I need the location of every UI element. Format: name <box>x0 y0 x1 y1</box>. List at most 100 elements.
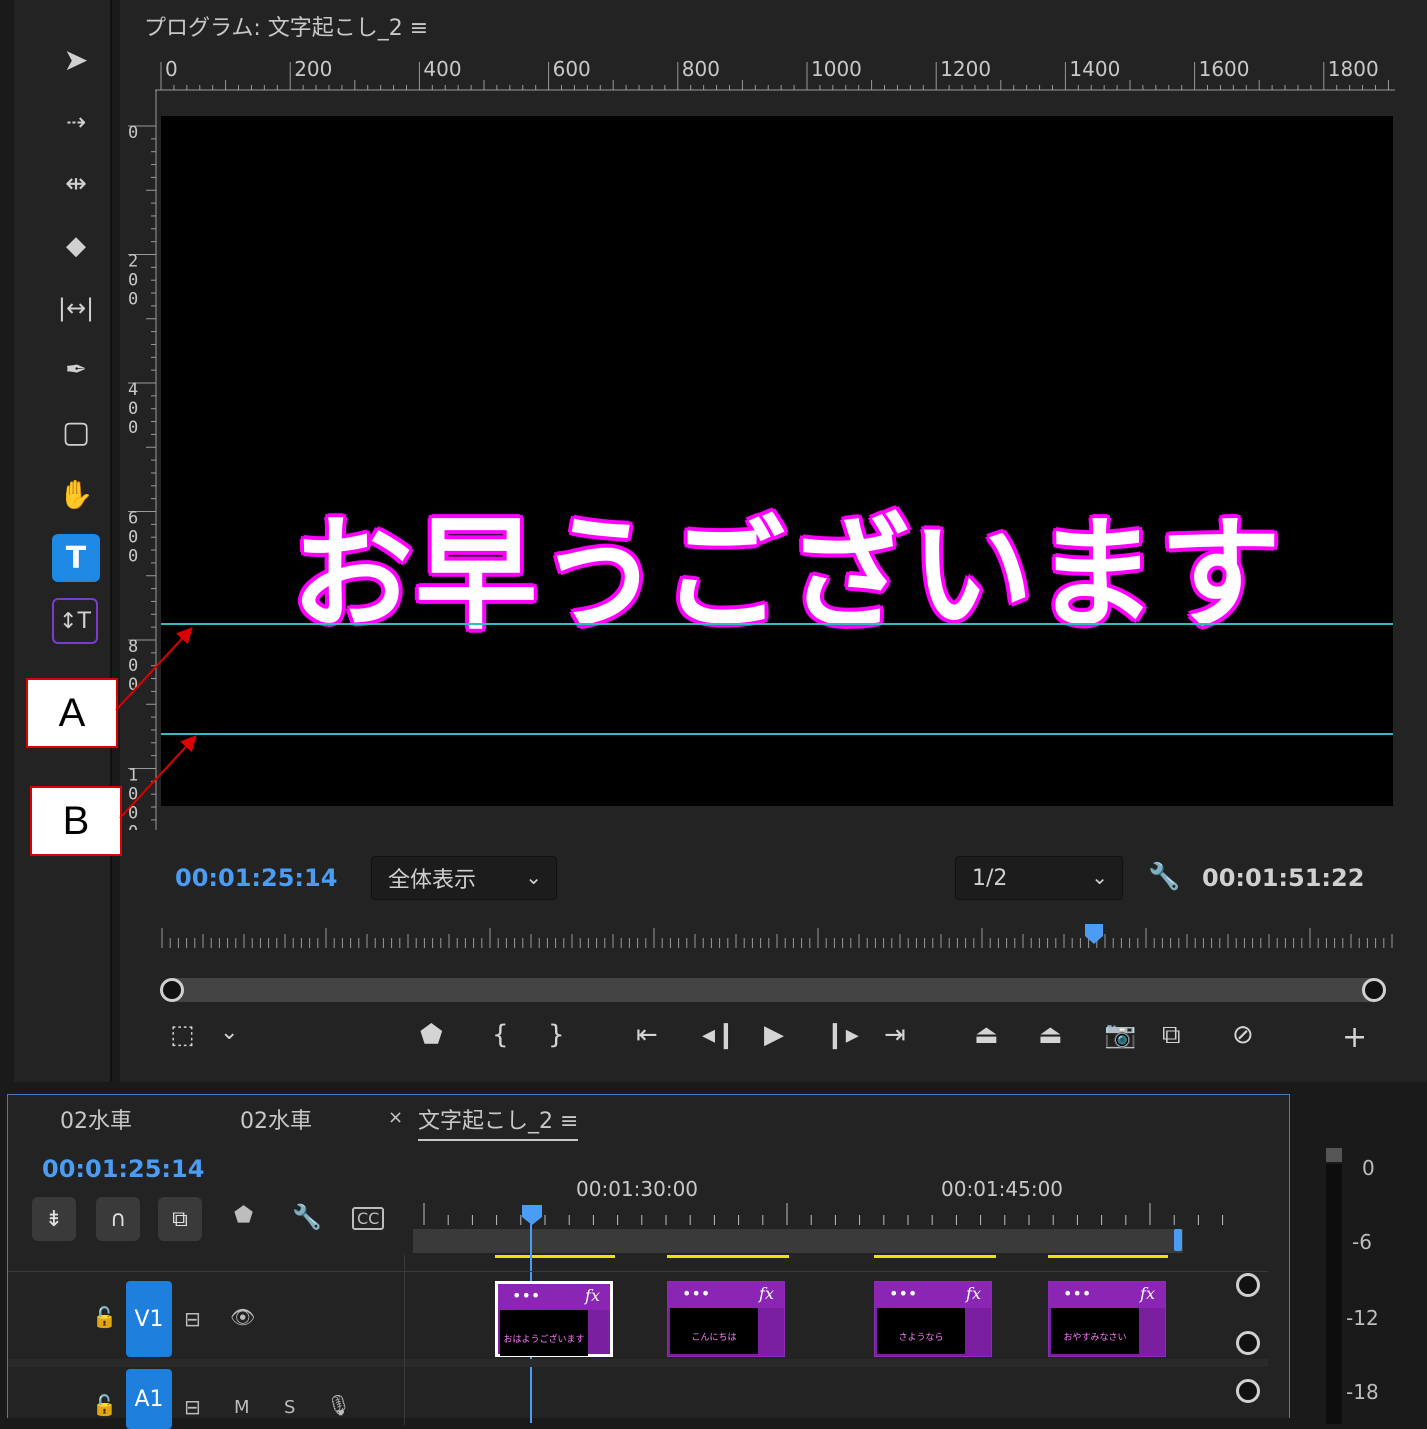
zoom-scrollbar[interactable] <box>160 978 1386 1002</box>
linked-selection-button[interactable]: ⧉ <box>158 1197 202 1241</box>
step-back-icon[interactable]: ◂❙ <box>702 1020 737 1050</box>
tab-sequence-active[interactable]: 文字起こし_2 ≡ <box>418 1103 579 1141</box>
chevron-down-icon: ⌄ <box>1091 865 1108 889</box>
render-bar <box>874 1255 996 1258</box>
captions-icon[interactable]: CC <box>352 1207 385 1230</box>
lift-icon[interactable]: ⏏ <box>974 1020 999 1050</box>
meter-bar <box>1326 1164 1342 1424</box>
meter-label: -6 <box>1352 1230 1372 1254</box>
resolution-select-value: 1/2 <box>972 865 1008 891</box>
meter-label: -18 <box>1346 1380 1379 1404</box>
fx-badge: fx <box>1140 1284 1155 1303</box>
scroll-handle-right[interactable] <box>1362 978 1386 1002</box>
clip-thumbnail-text: おはようございます <box>503 1335 585 1345</box>
ruler-label: 400 <box>423 57 461 81</box>
timeline-playhead-marker[interactable] <box>522 1205 542 1225</box>
clip-thumbnail-text: おやすみなさい <box>1063 1333 1127 1343</box>
proxy-toggle-icon[interactable]: ⊘ <box>1232 1020 1254 1050</box>
lock-icon[interactable]: 🔓 <box>92 1393 117 1417</box>
mute-button[interactable]: M <box>234 1397 250 1418</box>
scroll-handle-left[interactable] <box>160 978 184 1002</box>
extract-icon[interactable]: ⏏ <box>1038 1020 1063 1050</box>
go-to-in-icon[interactable]: ⇤ <box>636 1020 658 1050</box>
add-button-icon[interactable]: + <box>1342 1020 1367 1055</box>
clip-thumbnail: さようなら <box>877 1308 965 1354</box>
track-a1-header[interactable]: A1 <box>126 1369 172 1429</box>
track-divider <box>8 1271 1268 1272</box>
render-bar <box>667 1255 789 1258</box>
horizontal-ruler: 0 200 400 600 800 1000 1200 1400 1600 1800 <box>155 57 1395 91</box>
fx-badge: fx <box>759 1284 774 1303</box>
close-icon[interactable]: × <box>388 1107 403 1128</box>
guide-line-b[interactable] <box>161 733 1393 735</box>
video-frame[interactable]: お早うございます <box>161 116 1393 806</box>
timeline-time-ruler[interactable] <box>412 1203 1242 1229</box>
clip-thumbnail-text: さようなら <box>898 1333 944 1343</box>
vertical-scroll-handle[interactable] <box>1236 1331 1260 1355</box>
clip-thumbnail: おやすみなさい <box>1051 1308 1139 1354</box>
play-icon[interactable]: ▶ <box>764 1020 784 1050</box>
guide-line-a[interactable] <box>161 623 1393 625</box>
vertical-scroll-handle[interactable] <box>1236 1273 1260 1297</box>
wrench-icon[interactable]: 🔧 <box>1148 862 1180 892</box>
sync-lock-icon[interactable]: ⊟ <box>184 1395 201 1419</box>
solo-button[interactable]: S <box>284 1397 295 1418</box>
timeline-timecode[interactable]: 00:01:25:14 <box>42 1155 204 1183</box>
monitor-time-ruler[interactable] <box>160 920 1395 954</box>
vertical-scroll-handle[interactable] <box>1236 1379 1260 1403</box>
render-bar <box>495 1255 615 1258</box>
ruler-label: 600 <box>553 57 591 81</box>
step-forward-icon[interactable]: ❙▸ <box>824 1020 859 1050</box>
ruler-label: 1000 <box>811 57 862 81</box>
eye-icon[interactable]: 👁 <box>230 1305 255 1329</box>
ruler-label: 1800 <box>1328 57 1379 81</box>
meter-label: -12 <box>1346 1306 1379 1330</box>
add-marker-icon[interactable]: ⬟ <box>420 1020 443 1050</box>
meter-peak <box>1326 1148 1342 1162</box>
track-v1-header[interactable]: V1 <box>126 1281 172 1357</box>
insert-nest-button[interactable]: ⇟ <box>32 1197 76 1241</box>
comparison-view-icon[interactable]: ⧉ <box>1162 1020 1181 1051</box>
clip-menu-icon: ••• <box>512 1286 541 1305</box>
caption-text[interactable]: お早うございます <box>291 476 1283 653</box>
sync-lock-icon[interactable]: ⊟ <box>184 1307 201 1331</box>
go-to-out-icon[interactable]: ⇥ <box>884 1020 906 1050</box>
fit-select-value: 全体表示 <box>388 868 477 893</box>
mark-out-icon[interactable]: } <box>548 1020 565 1050</box>
annotation-arrows <box>115 627 197 819</box>
track-header-divider <box>404 1255 405 1425</box>
microphone-icon[interactable]: 🎙 <box>326 1393 351 1417</box>
clip-thumbnail: こんにちは <box>670 1308 758 1354</box>
wrench-icon[interactable]: 🔧 <box>292 1203 322 1231</box>
ruler-label: 1200 <box>940 57 991 81</box>
chevron-down-icon[interactable]: ⌄ <box>220 1020 238 1045</box>
mark-in-icon[interactable]: { <box>492 1020 509 1050</box>
clip-1[interactable]: ••• fx おはようございます <box>495 1281 613 1357</box>
duration-timecode: 00:01:51:22 <box>1202 864 1365 892</box>
meter-label: 0 <box>1362 1156 1375 1180</box>
clip-3[interactable]: ••• fx さようなら <box>874 1281 992 1357</box>
ruler-label: 800 <box>682 57 720 81</box>
clip-2[interactable]: ••• fx こんにちは <box>667 1281 785 1357</box>
clip-thumbnail-text: こんにちは <box>691 1333 737 1343</box>
add-marker-icon[interactable]: ⬟ <box>234 1203 253 1228</box>
clip-4[interactable]: ••• fx おやすみなさい <box>1048 1281 1166 1357</box>
clip-menu-icon: ••• <box>889 1284 918 1303</box>
render-bar <box>1048 1255 1168 1258</box>
timeline-panel: 02水車 02水車 × 文字起こし_2 ≡ 00:01:25:14 ⇟ ∩ ⧉ … <box>7 1094 1290 1429</box>
chevron-down-icon: ⌄ <box>525 865 542 889</box>
tab-sequence-2[interactable]: 02水車 <box>240 1103 312 1135</box>
tab-sequence-1[interactable]: 02水車 <box>60 1103 132 1135</box>
work-area-bar[interactable] <box>413 1229 1183 1253</box>
snap-button[interactable]: ∩ <box>96 1197 140 1241</box>
playhead-marker[interactable] <box>1085 924 1103 944</box>
clip-menu-icon: ••• <box>682 1284 711 1303</box>
program-monitor: プログラム: 文字起こし_2 ≡ 0 200 400 600 800 1000 1200 14… <box>120 0 1427 1082</box>
safe-margins-icon[interactable]: ⬚ <box>170 1020 195 1050</box>
resolution-select[interactable]: 1/2 ⌄ <box>955 856 1123 900</box>
work-area-end-handle[interactable] <box>1174 1229 1182 1251</box>
fit-select[interactable]: 全体表示 ⌄ <box>371 856 557 900</box>
export-frame-icon[interactable]: 📷 <box>1104 1020 1136 1050</box>
lock-icon[interactable]: 🔓 <box>92 1305 117 1329</box>
ruler-label: 1400 <box>1069 57 1120 81</box>
